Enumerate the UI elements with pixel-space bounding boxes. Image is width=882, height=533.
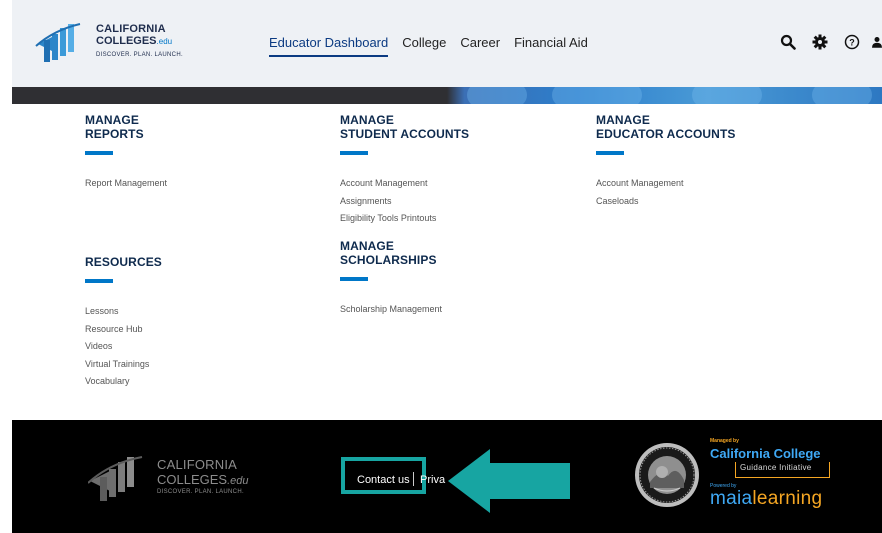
section-divider — [596, 151, 624, 155]
section-title: MANAGE REPORTS — [85, 113, 144, 141]
california-colleges-logo[interactable]: CALIFORNIA COLLEGES.edu DISCOVER. PLAN. … — [34, 20, 194, 68]
link-report-management[interactable]: Report Management — [85, 175, 167, 193]
ccgi-maialearning-logo[interactable]: Managed by California College Guidance I… — [710, 438, 840, 508]
svg-text:?: ? — [849, 38, 855, 48]
link-caseloads[interactable]: Caseloads — [596, 193, 735, 211]
link-student-account-management[interactable]: Account Management — [340, 175, 469, 193]
link-educator-account-management[interactable]: Account Management — [596, 175, 735, 193]
privacy-link[interactable]: Priva — [420, 473, 445, 487]
header-icons: ? — [766, 32, 882, 52]
site-footer: CALIFORNIA COLLEGES.edu DISCOVER. PLAN. … — [12, 420, 882, 533]
section-links: Lessons Resource Hub Videos Virtual Trai… — [85, 303, 162, 391]
educator-menu: MANAGE REPORTS Report Management MANAGE … — [12, 104, 882, 420]
logo-tagline: DISCOVER. PLAN. LAUNCH. — [96, 52, 183, 58]
ccgi-initiative-box: Guidance Initiative — [735, 462, 830, 478]
section-links: Account Management Caseloads — [596, 175, 735, 210]
logo-mark-icon — [35, 23, 81, 62]
section-divider — [85, 279, 113, 283]
logo-text-line1: CALIFORNIA — [96, 23, 166, 35]
nav-college[interactable]: College — [402, 35, 446, 57]
section-title: RESOURCES — [85, 255, 162, 269]
link-assignments[interactable]: Assignments — [340, 193, 469, 211]
section-links: Account Management Assignments Eligibili… — [340, 175, 469, 228]
section-resources: RESOURCES Lessons Resource Hub Videos Vi… — [85, 255, 162, 391]
california-state-seal-icon — [635, 443, 699, 507]
section-divider — [85, 151, 113, 155]
footer-link-separator — [413, 472, 414, 486]
section-manage-student-accounts: MANAGE STUDENT ACCOUNTS Account Manageme… — [340, 113, 469, 228]
left-arrow-icon — [448, 449, 570, 513]
contact-us-link[interactable]: Contact us — [357, 473, 410, 487]
user-icon[interactable] — [872, 32, 882, 52]
nav-career[interactable]: Career — [460, 35, 500, 57]
footer-logo-mark-icon — [87, 456, 143, 501]
managed-by-label: Managed by — [710, 438, 739, 444]
footer-logo-line2: COLLEGES.edu — [157, 472, 249, 487]
link-resource-hub[interactable]: Resource Hub — [85, 321, 162, 339]
section-manage-reports: MANAGE REPORTS Report Management — [85, 113, 167, 193]
nav-educator-dashboard[interactable]: Educator Dashboard — [269, 35, 389, 57]
section-title: MANAGE EDUCATOR ACCOUNTS — [596, 113, 736, 141]
link-scholarship-management[interactable]: Scholarship Management — [340, 301, 442, 319]
link-virtual-trainings[interactable]: Virtual Trainings — [85, 356, 162, 374]
section-title: MANAGE SCHOLARSHIPS — [340, 239, 437, 267]
site-header: CALIFORNIA COLLEGES.edu DISCOVER. PLAN. … — [0, 0, 882, 87]
ccgi-name: California College — [710, 446, 821, 461]
decorative-banner — [12, 87, 882, 104]
link-vocabulary[interactable]: Vocabulary — [85, 373, 162, 391]
search-icon[interactable] — [778, 32, 798, 52]
logo-text-line2: COLLEGES.edu — [96, 35, 173, 47]
maialearning-wordmark: maialearning — [710, 488, 823, 509]
ccgi-initiative: Guidance Initiative — [740, 463, 812, 472]
section-divider — [340, 151, 368, 155]
gear-icon[interactable] — [810, 32, 830, 52]
footer-logo[interactable]: CALIFORNIA COLLEGES.edu DISCOVER. PLAN. … — [87, 455, 249, 508]
section-title: MANAGE STUDENT ACCOUNTS — [340, 113, 470, 141]
link-videos[interactable]: Videos — [85, 338, 162, 356]
link-eligibility-tools-printouts[interactable]: Eligibility Tools Printouts — [340, 210, 469, 228]
nav-financial-aid[interactable]: Financial Aid — [514, 35, 588, 57]
main-nav: Educator Dashboard College Career Financ… — [269, 35, 602, 57]
help-icon[interactable]: ? — [842, 32, 862, 52]
footer-logo-line1: CALIFORNIA — [157, 457, 238, 472]
section-manage-educator-accounts: MANAGE EDUCATOR ACCOUNTS Account Managem… — [596, 113, 735, 210]
section-links: Scholarship Management — [340, 301, 442, 319]
link-lessons[interactable]: Lessons — [85, 303, 162, 321]
section-divider — [340, 277, 368, 281]
footer-logo-tagline: DISCOVER. PLAN. LAUNCH. — [157, 489, 244, 495]
section-manage-scholarships: MANAGE SCHOLARSHIPS Scholarship Manageme… — [340, 239, 442, 319]
section-links: Report Management — [85, 175, 167, 193]
